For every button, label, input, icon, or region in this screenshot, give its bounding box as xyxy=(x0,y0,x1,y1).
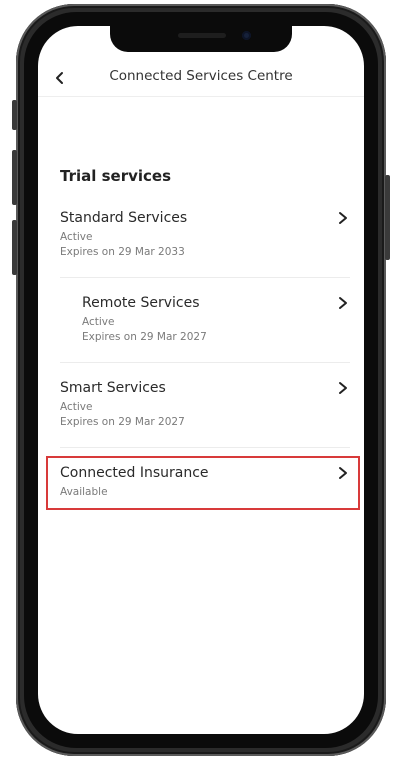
chevron-right-icon xyxy=(339,382,347,394)
divider xyxy=(60,362,350,363)
power-button xyxy=(385,175,390,260)
service-item-remote[interactable]: Remote Services Active Expires on 29 Mar… xyxy=(82,294,350,345)
divider xyxy=(60,447,350,448)
highlight-box xyxy=(46,456,360,510)
volume-down-button xyxy=(12,220,17,275)
app-header: Connected Services Centre xyxy=(38,62,364,97)
service-expiry: Expires on 29 Mar 2027 xyxy=(60,416,185,428)
service-name: Standard Services xyxy=(60,210,188,226)
service-expiry: Expires on 29 Mar 2033 xyxy=(60,246,185,258)
section-title: Trial services xyxy=(60,167,172,185)
chevron-right-icon xyxy=(339,297,347,309)
volume-up-button xyxy=(12,150,17,205)
service-item-smart[interactable]: Smart Services Active Expires on 29 Mar … xyxy=(60,379,350,430)
service-status: Active xyxy=(82,316,115,328)
service-name: Remote Services xyxy=(82,295,200,311)
silent-switch xyxy=(12,100,17,130)
chevron-right-icon xyxy=(339,212,347,224)
divider xyxy=(60,277,350,278)
phone-mockup: Connected Services Centre Trial services… xyxy=(0,0,400,760)
service-item-standard[interactable]: Standard Services Active Expires on 29 M… xyxy=(60,209,350,260)
page-title: Connected Services Centre xyxy=(109,68,293,84)
service-status: Active xyxy=(60,401,93,413)
front-camera-icon xyxy=(242,31,251,40)
service-name: Smart Services xyxy=(60,380,166,396)
notch xyxy=(110,26,292,52)
service-status: Active xyxy=(60,231,93,243)
speaker-grille xyxy=(178,33,226,38)
service-expiry: Expires on 29 Mar 2027 xyxy=(82,331,207,343)
phone-screen: Connected Services Centre Trial services… xyxy=(38,26,364,734)
